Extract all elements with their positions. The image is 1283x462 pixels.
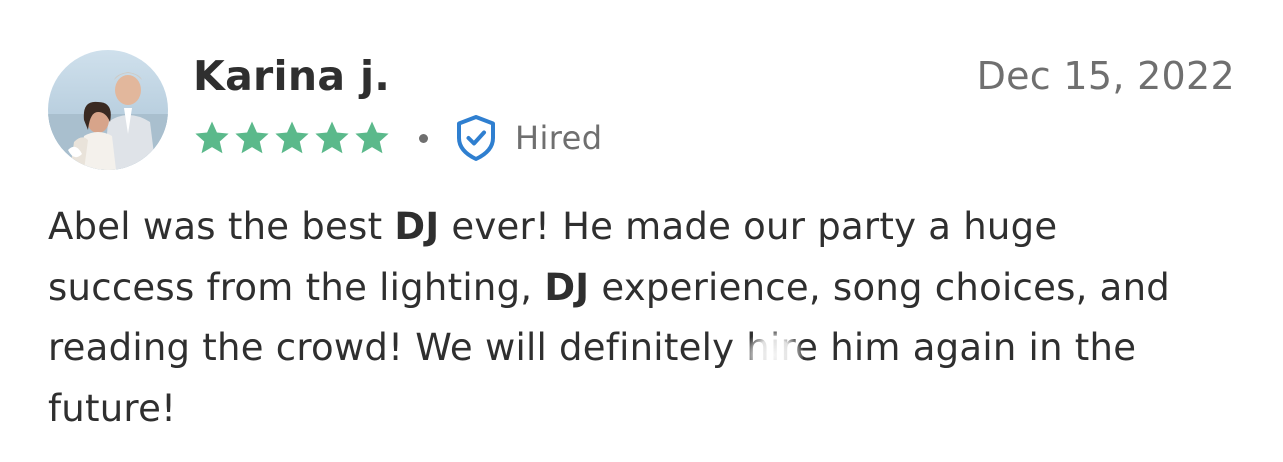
hired-label: Hired	[515, 119, 603, 157]
image-smudge	[745, 330, 803, 380]
star-icon	[315, 121, 349, 154]
review-text-segment: ever! He made our party a huge	[439, 205, 1058, 248]
review-text-segment: Abel was the best	[48, 205, 395, 248]
star-icon	[235, 121, 269, 154]
review-text-bold: DJ	[544, 265, 590, 309]
review-text: Abel was the best DJ ever! He made our p…	[48, 197, 1248, 439]
star-icon	[355, 121, 389, 154]
reviewer-name: Karina j.	[193, 52, 391, 100]
separator-dot	[419, 133, 428, 143]
review-text-bold: DJ	[394, 205, 440, 248]
shield-check-icon	[457, 115, 495, 161]
review-card: Karina j. Dec 15, 2022 Hired Abel was th…	[0, 0, 1283, 462]
review-line: success from the lighting, DJ experience…	[48, 258, 1248, 319]
review-text-segment: reading the crowd! We will definitely hi…	[48, 326, 1137, 369]
review-line: Abel was the best DJ ever! He made our p…	[48, 197, 1248, 258]
review-date: Dec 15, 2022	[976, 54, 1235, 98]
review-line: reading the crowd! We will definitely hi…	[48, 318, 1248, 379]
reviewer-avatar[interactable]	[48, 50, 168, 170]
review-meta: Hired	[193, 112, 602, 164]
review-text-segment: success from the lighting,	[48, 265, 545, 309]
review-text-segment: experience, song choices, and	[589, 265, 1171, 309]
star-icon	[275, 121, 309, 154]
review-line: future!	[48, 379, 1248, 440]
star-rating	[193, 119, 391, 157]
star-icon	[195, 121, 229, 154]
review-text-segment: future!	[48, 386, 177, 430]
